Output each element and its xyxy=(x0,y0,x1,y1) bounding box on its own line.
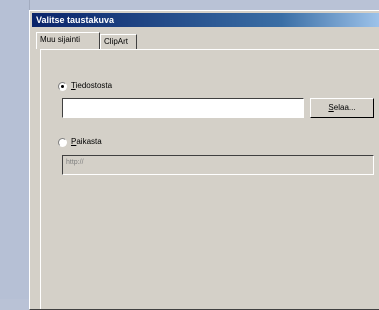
file-path-input[interactable] xyxy=(62,98,304,118)
url-input[interactable]: http:// xyxy=(62,155,374,175)
from-location-label[interactable]: Paikasta xyxy=(71,137,102,146)
radio-selected-dot xyxy=(61,85,64,88)
button-label: elaa... xyxy=(333,103,356,112)
desktop-sidebar xyxy=(0,0,30,299)
label-text: aikasta xyxy=(76,137,102,146)
tab-label: ClipArt xyxy=(104,37,129,46)
from-file-radio[interactable] xyxy=(58,82,67,91)
from-file-label[interactable]: Tiedostosta xyxy=(71,81,112,90)
tab-muu-sijainti[interactable]: Muu sijainti xyxy=(36,32,100,49)
tab-clipart[interactable]: ClipArt xyxy=(100,34,137,49)
url-placeholder: http:// xyxy=(66,159,84,166)
browse-button[interactable]: Selaa... xyxy=(310,98,374,118)
label-text: iedostosta xyxy=(75,81,113,90)
tab-label: Muu sijainti xyxy=(40,35,81,44)
title-bar[interactable]: Valitse taustakuva xyxy=(32,13,379,27)
from-location-radio[interactable] xyxy=(58,138,67,147)
dialog-title: Valitse taustakuva xyxy=(36,15,115,25)
